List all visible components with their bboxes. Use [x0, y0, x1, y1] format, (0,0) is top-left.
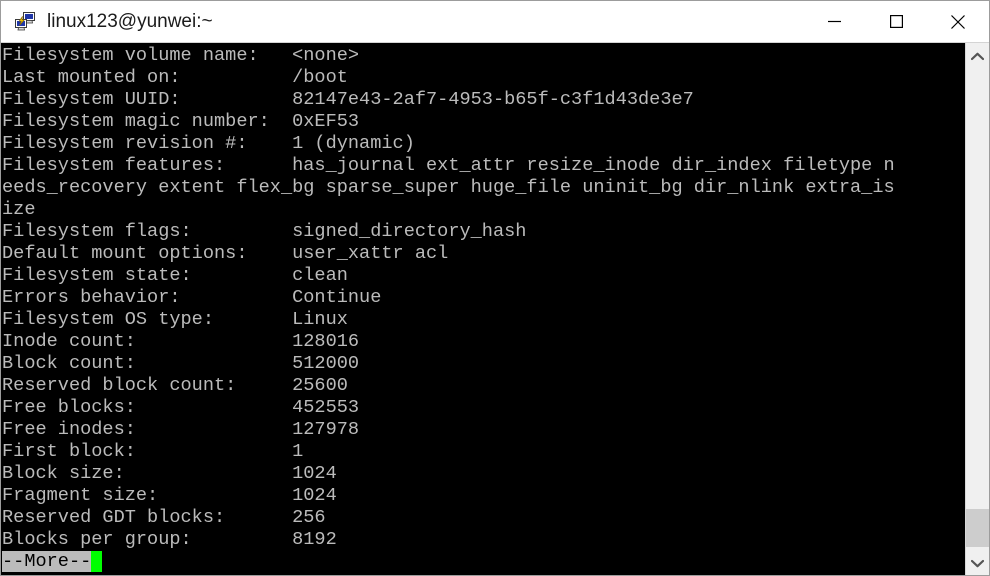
terminal-output-area[interactable]: Filesystem volume name: <none> Last mount…	[1, 43, 965, 575]
chevron-down-icon	[971, 559, 984, 567]
scrollbar-up-button[interactable]	[966, 43, 989, 69]
terminal-line: Block size: 1024	[2, 463, 337, 484]
terminal-line: Filesystem volume name: <none>	[2, 45, 360, 66]
terminal-line: ize	[2, 199, 36, 220]
minimize-button[interactable]	[803, 1, 865, 42]
close-icon	[951, 14, 965, 29]
terminal-line: Free blocks: 452553	[2, 397, 360, 418]
terminal-line: eeds_recovery extent flex_bg sparse_supe…	[2, 177, 895, 198]
terminal-line: Fragment size: 1024	[2, 485, 337, 506]
terminal-line: Default mount options: user_xattr acl	[2, 243, 449, 264]
minimize-icon	[827, 20, 841, 23]
maximize-icon	[889, 15, 903, 28]
terminal-scrollbar[interactable]	[965, 43, 989, 575]
terminal-line: Blocks per group: 8192	[2, 529, 337, 550]
terminal-line: Filesystem OS type: Linux	[2, 309, 348, 330]
terminal-text: Filesystem volume name: <none> Last mount…	[1, 43, 965, 573]
terminal-line: Free inodes: 127978	[2, 419, 360, 440]
scrollbar-track[interactable]	[966, 69, 989, 550]
terminal-line: Filesystem revision #: 1 (dynamic)	[2, 133, 415, 154]
close-button[interactable]	[927, 1, 989, 42]
window-title: linux123@yunwei:~	[47, 10, 213, 32]
chevron-up-icon	[971, 52, 984, 60]
putty-terminal-icon	[13, 10, 37, 34]
terminal-line: Filesystem magic number: 0xEF53	[2, 111, 360, 132]
terminal-line: Errors behavior: Continue	[2, 287, 382, 308]
terminal-line: First block: 1	[2, 441, 304, 462]
terminal-line: Filesystem features: has_journal ext_att…	[2, 155, 895, 176]
terminal-line: Filesystem flags: signed_directory_hash	[2, 221, 538, 242]
terminal-line: Filesystem state: clean	[2, 265, 348, 286]
title-bar[interactable]: linux123@yunwei:~	[1, 1, 989, 43]
putty-terminal-window: linux123@yunwei:~ Filesystem volume name…	[0, 0, 990, 576]
scrollbar-thumb[interactable]	[966, 509, 989, 547]
terminal-line: Block count: 512000	[2, 353, 360, 374]
terminal-line: Reserved block count: 25600	[2, 375, 348, 396]
maximize-button[interactable]	[865, 1, 927, 42]
terminal-line: Reserved GDT blocks: 256	[2, 507, 326, 528]
more-prompt-row: --More--	[2, 551, 965, 573]
scrollbar-down-button[interactable]	[966, 550, 989, 575]
terminal-line: Filesystem UUID: 82147e43-2af7-4953-b65f…	[2, 89, 694, 110]
more-prompt: --More--	[2, 551, 92, 572]
terminal-cursor	[91, 551, 103, 572]
terminal-line: Inode count: 128016	[2, 331, 360, 352]
terminal-line: Last mounted on: /boot	[2, 67, 348, 88]
